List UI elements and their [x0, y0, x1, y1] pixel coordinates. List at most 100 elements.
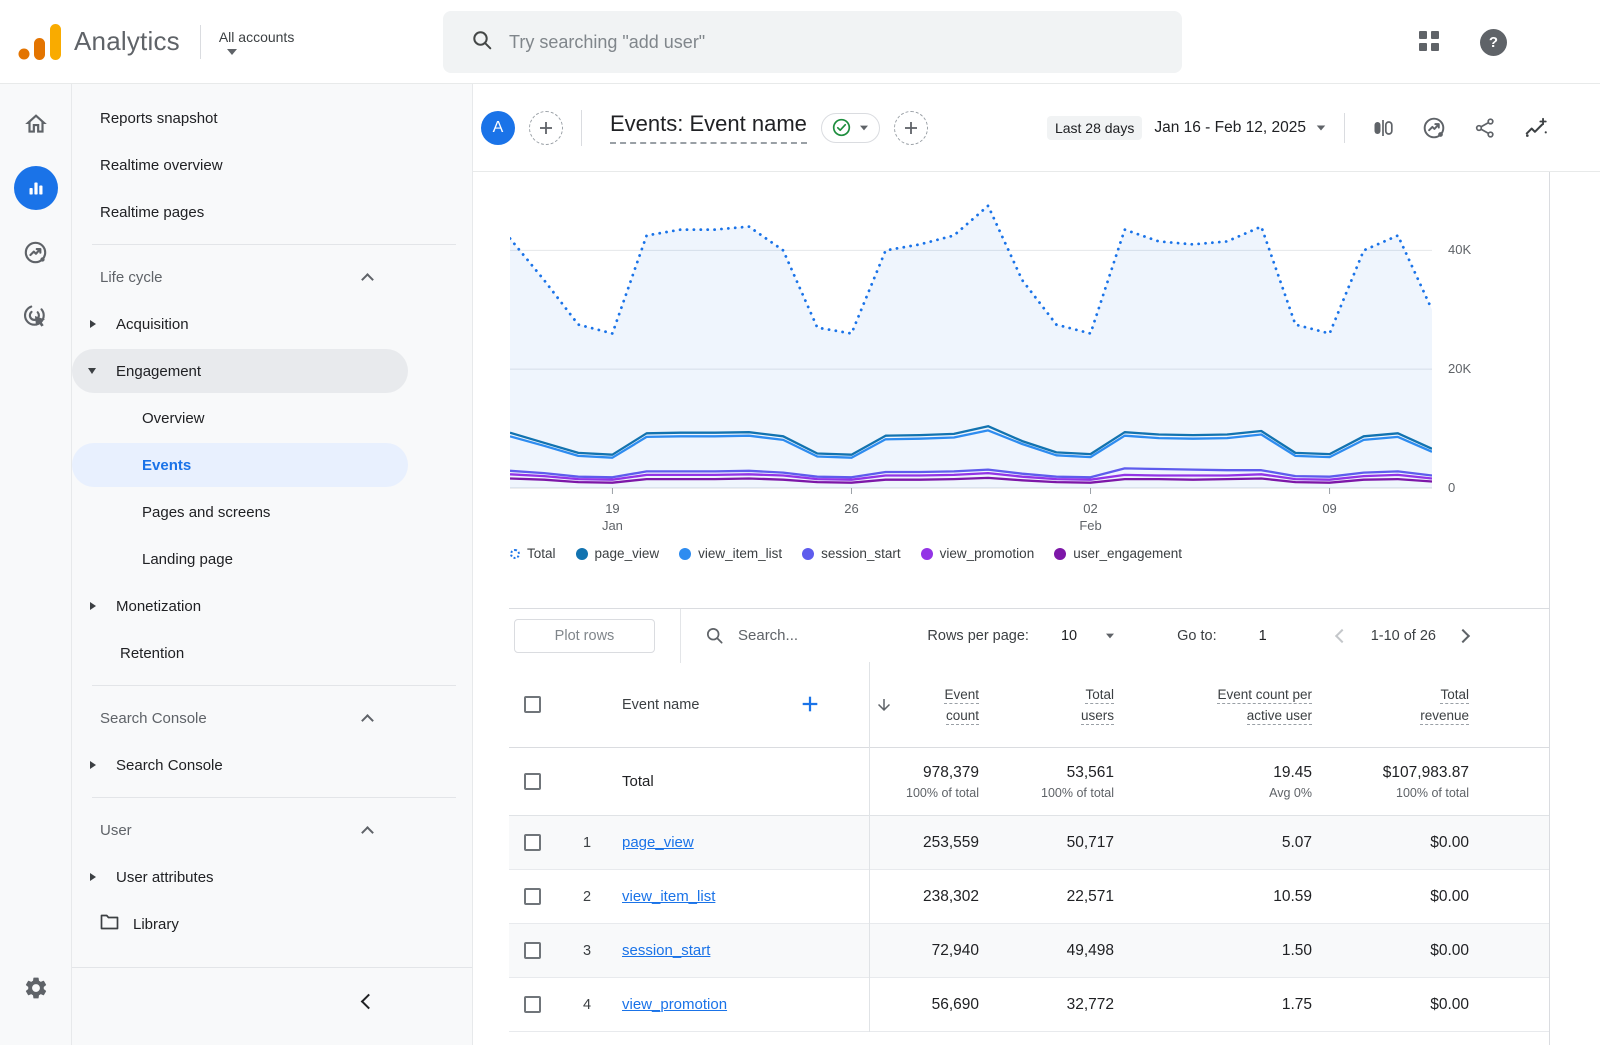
legend-label: user_engagement	[1073, 546, 1182, 561]
event-link[interactable]: session_start	[622, 942, 710, 959]
comparison-avatar[interactable]: A	[481, 111, 515, 145]
sidebar-item-events[interactable]: Events	[72, 443, 408, 487]
explore-icon[interactable]	[14, 230, 58, 274]
home-icon[interactable]	[14, 102, 58, 146]
column-header-event-count-per-active-user: Event count peractive user	[1114, 684, 1312, 726]
sidebar-item-user-attributes[interactable]: User attributes	[72, 855, 408, 899]
sidebar-item-pages-and-screens[interactable]: Pages and screens	[72, 490, 408, 534]
add-comparison-icon[interactable]	[529, 111, 563, 145]
divider	[869, 662, 870, 1032]
advertising-icon[interactable]	[14, 294, 58, 338]
row-checkbox[interactable]	[524, 773, 541, 790]
pagination-range: 1-10 of 26	[1371, 628, 1436, 644]
divider	[92, 685, 456, 686]
apps-grid-icon[interactable]	[1418, 30, 1440, 57]
sidebar-item-reports-snapshot[interactable]: Reports snapshot	[72, 96, 408, 140]
sort-descending-icon[interactable]	[875, 696, 893, 719]
search-placeholder: Try searching "add user"	[509, 32, 705, 53]
search-icon	[471, 29, 493, 56]
legend-item-view_item_list[interactable]: view_item_list	[679, 546, 782, 561]
chevron-down-icon	[860, 125, 868, 130]
table-search-input[interactable]: Search...	[705, 626, 798, 645]
divider	[92, 244, 456, 245]
plot-rows-button[interactable]: Plot rows	[514, 619, 655, 653]
sidebar-section-search-console[interactable]: Search Console	[72, 696, 472, 740]
x-tick-label: 02Feb	[1061, 500, 1121, 534]
column-header-event-name[interactable]: Event name	[609, 697, 869, 713]
legend-swatch	[510, 549, 520, 559]
legend-swatch	[1054, 548, 1066, 560]
date-range-picker[interactable]: Jan 16 - Feb 12, 2025	[1154, 119, 1306, 137]
event-link[interactable]: view_item_list	[622, 888, 715, 905]
page-title[interactable]: Events: Event name	[610, 111, 807, 144]
insights-icon[interactable]	[1421, 115, 1447, 141]
table-row: 4 view_promotion 56,690 32,772 1.75 $0.0…	[509, 978, 1549, 1032]
row-checkbox[interactable]	[524, 834, 541, 851]
report-content: A Events: Event name Last 28 days Jan 16…	[473, 84, 1600, 1045]
report-header: A Events: Event name Last 28 days Jan 16…	[473, 84, 1600, 172]
previous-page-icon[interactable]	[1337, 631, 1347, 641]
sidebar-item-retention[interactable]: Retention	[72, 631, 408, 675]
legend-item-view_promotion[interactable]: view_promotion	[921, 546, 1035, 561]
sidebar-item-acquisition[interactable]: Acquisition	[72, 302, 408, 346]
app-bar: Analytics All accounts Try searching "ad…	[0, 0, 1600, 84]
add-report-tab-icon[interactable]	[894, 111, 928, 145]
legend-item-session_start[interactable]: session_start	[802, 546, 901, 561]
legend-item-Total[interactable]: Total	[510, 546, 556, 561]
share-icon[interactable]	[1473, 116, 1497, 140]
help-icon[interactable]: ?	[1480, 29, 1507, 56]
legend-swatch	[921, 548, 933, 560]
chart-legend: Total page_view view_item_list session_star…	[510, 546, 1202, 561]
divider	[200, 25, 201, 59]
chevron-down-icon[interactable]	[1106, 633, 1114, 638]
table-controls: Plot rows Search... Rows per page: 10 Go…	[509, 608, 1549, 662]
divider	[92, 797, 456, 798]
sidebar-section-life-cycle[interactable]: Life cycle	[72, 255, 472, 299]
sidebar-item-monetization[interactable]: Monetization	[72, 584, 408, 628]
folder-icon	[100, 914, 119, 934]
y-tick-label: 20K	[1448, 361, 1498, 376]
compare-editions-icon[interactable]	[1371, 116, 1395, 140]
event-link[interactable]: view_promotion	[622, 996, 727, 1013]
reports-icon[interactable]	[14, 166, 58, 210]
pagination-controls: Rows per page: 10 Go to: 1 1-10 of 26	[927, 628, 1549, 644]
account-switcher[interactable]: All accounts	[219, 29, 294, 55]
date-preset-badge: Last 28 days	[1047, 116, 1142, 140]
report-nav-sidebar: Reports snapshot Realtime overview Realt…	[72, 84, 473, 1045]
row-checkbox[interactable]	[524, 888, 541, 905]
event-link[interactable]: page_view	[622, 834, 694, 851]
row-checkbox[interactable]	[524, 942, 541, 959]
chevron-up-icon	[361, 826, 374, 839]
divider	[581, 110, 582, 146]
select-all-checkbox[interactable]	[524, 696, 541, 713]
google-analytics-logo[interactable]	[18, 24, 62, 60]
sidebar-item-library[interactable]: Library	[72, 902, 408, 946]
global-search-input[interactable]: Try searching "add user"	[443, 11, 1182, 73]
sidebar-item-realtime-pages[interactable]: Realtime pages	[72, 190, 408, 234]
sidebar-item-realtime-overview[interactable]: Realtime overview	[72, 143, 408, 187]
legend-item-page_view[interactable]: page_view	[576, 546, 660, 561]
sidebar-item-engagement[interactable]: Engagement	[72, 349, 408, 393]
y-tick-label: 0	[1448, 480, 1498, 495]
row-checkbox[interactable]	[524, 996, 541, 1013]
expand-right-icon	[90, 761, 96, 769]
sidebar-section-user[interactable]: User	[72, 808, 472, 852]
table-row: 1 page_view 253,559 50,717 5.07 $0.00	[509, 816, 1549, 870]
goto-page-input[interactable]: 1	[1259, 628, 1267, 644]
sidebar-item-landing-page[interactable]: Landing page	[72, 537, 408, 581]
rows-per-page-value[interactable]: 10	[1061, 628, 1077, 644]
collapse-sidebar-icon[interactable]	[363, 994, 374, 1012]
data-quality-badge[interactable]	[821, 113, 880, 143]
x-tick-label: 09	[1300, 500, 1360, 517]
insights-sparkle-icon[interactable]	[1523, 115, 1549, 141]
sidebar-item-overview[interactable]: Overview	[72, 396, 408, 440]
legend-label: session_start	[821, 546, 901, 561]
next-page-icon[interactable]	[1458, 631, 1468, 641]
add-column-icon[interactable]	[801, 695, 819, 718]
legend-item-user_engagement[interactable]: user_engagement	[1054, 546, 1182, 561]
line-chart-plot[interactable]	[510, 185, 1432, 501]
table-row: 3 session_start 72,940 49,498 1.50 $0.00	[509, 924, 1549, 978]
chevron-down-icon[interactable]	[1317, 125, 1326, 130]
settings-gear-icon[interactable]	[0, 975, 72, 1001]
sidebar-item-search-console[interactable]: Search Console	[72, 743, 408, 787]
